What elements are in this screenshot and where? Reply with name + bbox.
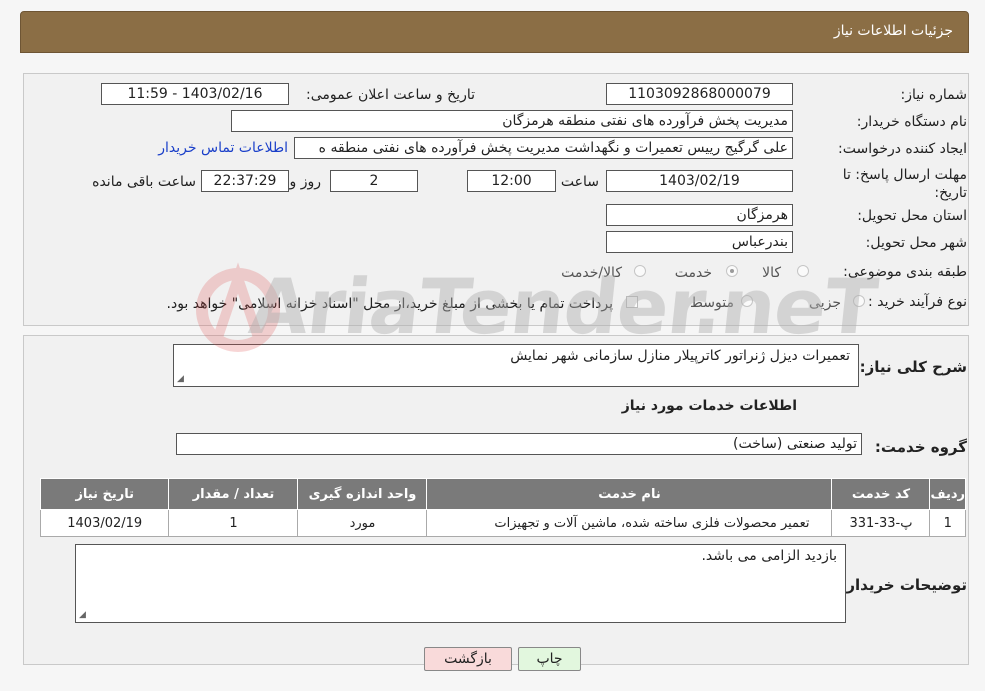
category-goods-radio[interactable] [797,265,809,277]
days-label: روز و [289,174,322,190]
cell-quantity: 1 [168,509,299,537]
requester-label: ایجاد کننده درخواست: [838,141,967,157]
process-medium-radio[interactable] [741,295,753,307]
buyer-org-label: نام دستگاه خریدار: [856,114,967,130]
process-small-radio[interactable] [853,295,865,307]
buyer-notes-label: توضیحات خریدار: [840,576,967,594]
col-code-header: کد خدمت [831,478,931,510]
category-label: طبقه بندی موضوعی: [843,264,967,280]
description-text: تعمیرات دیزل ژنراتور کاترپیلار منازل ساز… [510,348,850,364]
province-label: استان محل تحویل: [857,208,967,224]
resize-grip-icon[interactable]: ◢ [79,610,86,620]
announce-datetime-field[interactable]: 1403/02/16 - 11:59 [101,83,289,105]
category-service-radio[interactable] [726,265,738,277]
deadline-time-label: ساعت [560,174,599,190]
buyer-notes-text: بازدید الزامی می باشد. [701,548,837,564]
buyer-contact-link[interactable]: اطلاعات تماس خریدار [158,140,288,156]
cell-unit: مورد [297,509,428,537]
deadline-time-field[interactable]: 12:00 [467,170,556,192]
city-label: شهر محل تحویل: [865,235,967,251]
category-goods-service-radio[interactable] [634,265,646,277]
process-medium-label: متوسط [690,295,734,311]
buyer-org-field[interactable]: مدیریت پخش فرآورده های نفتی منطقه هرمزگا… [231,110,793,132]
print-button[interactable]: چاپ [518,647,581,671]
category-goods-service-label: کالا/خدمت [561,265,622,281]
col-unit-header: واحد اندازه گیری [297,478,428,510]
back-button[interactable]: بازگشت [424,647,512,671]
page-title: جزئیات اطلاعات نیاز [833,23,953,39]
service-group-field[interactable]: تولید صنعتی (ساخت) [176,433,862,455]
cell-need-date: 1403/02/19 [39,509,170,537]
requester-field[interactable]: علی گرگیج رییس تعمیرات و نگهداشت مدیریت … [294,137,793,159]
province-field[interactable]: هرمزگان [606,204,793,226]
service-group-label: گروه خدمت: [874,438,967,456]
description-label: شرح کلی نیاز: [859,358,967,376]
announce-datetime-label: تاریخ و ساعت اعلان عمومی: [306,87,475,103]
cell-service-code: پ-33-331 [831,509,931,537]
deadline-label: مهلت ارسال پاسخ: تا تاریخ: [842,167,967,201]
cell-service-name: تعمیر محصولات فلزی ساخته شده، ماشین آلات… [426,509,833,537]
treasury-payment-checkbox[interactable] [626,296,638,308]
category-goods-label: کالا [762,265,781,281]
col-row-header: ردیف [929,478,966,510]
days-remaining-field[interactable]: 2 [330,170,418,192]
treasury-payment-note: پرداخت تمام یا بخشی از مبلغ خرید،از محل … [166,296,613,312]
category-service-label: خدمت [674,265,712,281]
table-header-row: ردیف کد خدمت نام خدمت واحد اندازه گیری ت… [39,478,966,510]
remaining-time-label: ساعت باقی مانده [92,174,196,190]
need-number-field[interactable]: 1103092868000079 [606,83,793,105]
table-row: 1 پ-33-331 تعمیر محصولات فلزی ساخته شده،… [39,509,966,537]
process-small-label: جزیی [809,295,841,311]
services-heading: اطلاعات خدمات مورد نیاز [621,398,797,414]
page-header: جزئیات اطلاعات نیاز [20,11,969,53]
services-table: ردیف کد خدمت نام خدمت واحد اندازه گیری ت… [39,478,966,537]
process-type-label: نوع فرآیند خرید : [868,294,967,310]
city-field[interactable]: بندرعباس [606,231,793,253]
resize-grip-icon[interactable]: ◢ [177,374,184,384]
description-textarea[interactable]: تعمیرات دیزل ژنراتور کاترپیلار منازل ساز… [173,344,859,387]
cell-row-number: 1 [929,509,966,537]
buyer-notes-textarea[interactable]: بازدید الزامی می باشد. ◢ [75,544,846,623]
col-date-header: تاریخ نیاز [39,478,170,510]
col-name-header: نام خدمت [426,478,833,510]
need-number-label: شماره نیاز: [900,87,968,103]
remaining-time-field[interactable]: 22:37:29 [201,170,289,192]
col-qty-header: تعداد / مقدار [168,478,299,510]
deadline-date-field[interactable]: 1403/02/19 [606,170,793,192]
